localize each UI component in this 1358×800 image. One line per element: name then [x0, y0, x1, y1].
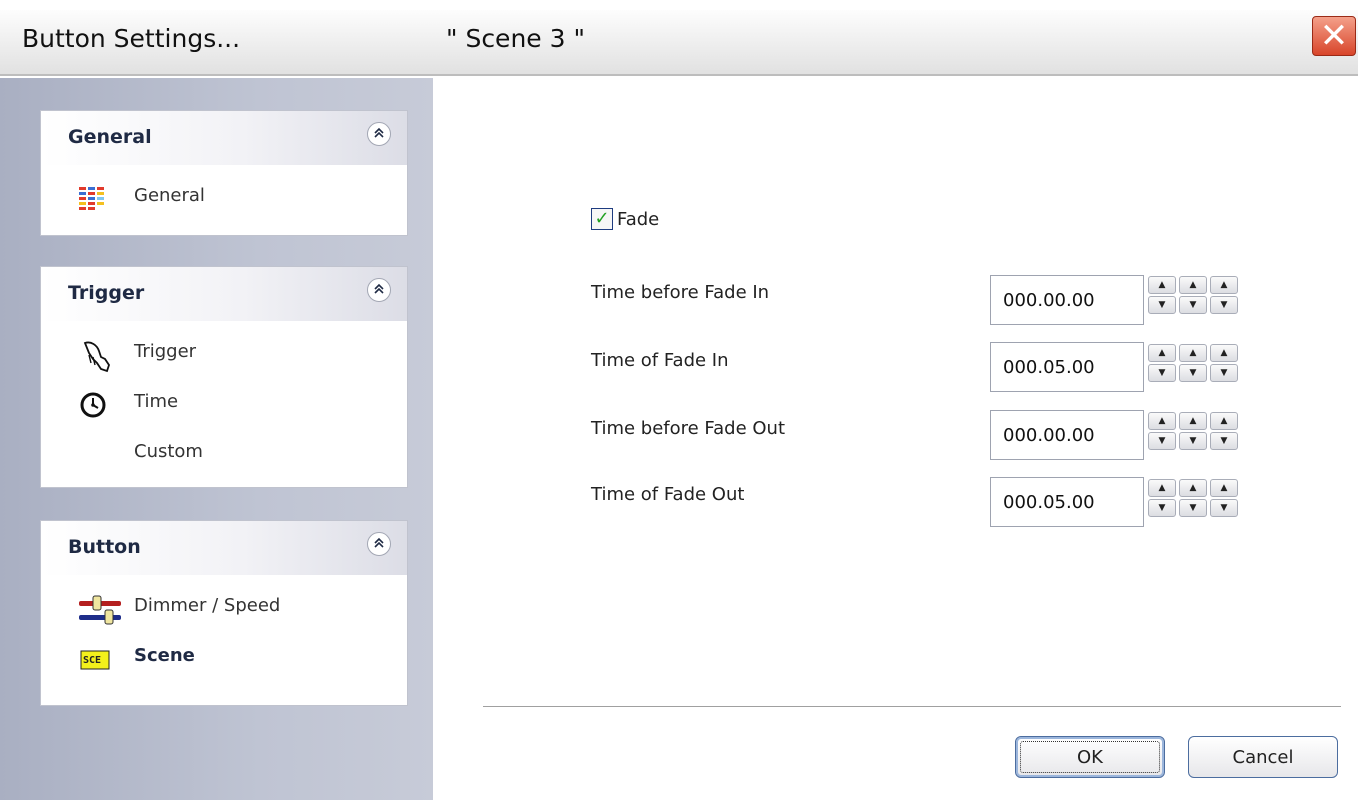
sidebar-item-dimmer-speed[interactable]: Dimmer / Speed [41, 589, 407, 629]
time-of-fade-out-input[interactable]: 000.05.00 [990, 477, 1144, 527]
chevron-up-icon [373, 283, 385, 298]
spin-up-button[interactable]: ▲ [1210, 344, 1238, 362]
focus-ring [1020, 741, 1160, 773]
cancel-button-label: Cancel [1232, 746, 1294, 768]
spin-down-button[interactable]: ▼ [1148, 296, 1176, 314]
sidebar-item-label: General [134, 185, 205, 206]
sidebar-item-scene[interactable]: SCE Scene [41, 639, 407, 679]
checkmark-icon: ✓ [594, 208, 610, 229]
spin-up-button[interactable]: ▲ [1148, 479, 1176, 497]
spin-up-button[interactable]: ▲ [1210, 412, 1238, 430]
time-of-fade-in-input[interactable]: 000.05.00 [990, 342, 1144, 392]
spin-up-button[interactable]: ▲ [1179, 276, 1207, 294]
clock-icon [79, 389, 119, 421]
collapse-button-button[interactable] [367, 532, 391, 556]
scene-icon-text: SCE [83, 655, 102, 666]
sidebar-item-label: Custom [134, 441, 203, 462]
collapse-general-button[interactable] [367, 122, 391, 146]
sidebar-item-label: Dimmer / Speed [134, 595, 281, 616]
scene-icon: SCE [79, 643, 119, 675]
time-of-fade-out-label: Time of Fade Out [591, 484, 745, 505]
spin-down-button[interactable]: ▼ [1148, 432, 1176, 450]
divider [483, 706, 1341, 707]
ok-button[interactable]: OK [1015, 736, 1165, 778]
panel-header-trigger[interactable]: Trigger [41, 267, 407, 321]
panel-title-trigger: Trigger [68, 282, 145, 304]
spin-down-button[interactable]: ▼ [1179, 364, 1207, 382]
cancel-button[interactable]: Cancel [1188, 736, 1338, 778]
spin-up-button[interactable]: ▲ [1148, 344, 1176, 362]
spin-down-button[interactable]: ▼ [1210, 432, 1238, 450]
fade-label: Fade [617, 208, 660, 230]
sidebar: General General Trigger Trigger Time Cus… [0, 78, 433, 800]
spin-down-button[interactable]: ▼ [1210, 296, 1238, 314]
sidebar-item-time[interactable]: Time [41, 385, 407, 425]
sidebar-item-label: Trigger [134, 341, 197, 362]
spin-up-button[interactable]: ▲ [1179, 412, 1207, 430]
panel-general: General General [40, 110, 408, 236]
spin-down-button[interactable]: ▼ [1179, 432, 1207, 450]
spin-up-button[interactable]: ▲ [1148, 276, 1176, 294]
spin-down-button[interactable]: ▼ [1148, 499, 1176, 517]
time-before-fade-out-spinners: ▲ ▼ ▲ ▼ ▲ ▼ [1148, 412, 1238, 450]
panel-header-general[interactable]: General [41, 111, 407, 165]
title-bar: Button Settings... " Scene 3 " ✕ [0, 0, 1358, 76]
sidebar-item-general[interactable]: General [41, 179, 407, 219]
panel-trigger: Trigger Trigger Time Custom [40, 266, 408, 488]
fade-checkbox[interactable]: ✓ [591, 208, 613, 230]
sidebar-item-trigger[interactable]: Trigger [41, 335, 407, 375]
hand-trigger-icon [79, 339, 119, 373]
spin-down-button[interactable]: ▼ [1179, 296, 1207, 314]
time-before-fade-in-label: Time before Fade In [591, 282, 770, 303]
time-of-fade-out-spinners: ▲ ▼ ▲ ▼ ▲ ▼ [1148, 479, 1238, 517]
spin-down-button[interactable]: ▼ [1148, 364, 1176, 382]
spin-up-button[interactable]: ▲ [1210, 479, 1238, 497]
panel-header-button[interactable]: Button [41, 521, 407, 575]
fade-option[interactable]: ✓ Fade [591, 208, 659, 230]
sidebar-item-custom[interactable]: Custom [41, 435, 407, 475]
dimmer-slider-icon [79, 593, 121, 625]
time-before-fade-in-spinners: ▲ ▼ ▲ ▼ ▲ ▼ [1148, 276, 1238, 314]
panel-title-general: General [68, 126, 152, 148]
spin-down-button[interactable]: ▼ [1179, 499, 1207, 517]
panel-button: Button Dimmer / Speed SCE Scene [40, 520, 408, 706]
scene-title: " Scene 3 " [446, 24, 585, 53]
chevron-up-icon [373, 127, 385, 142]
spin-up-button[interactable]: ▲ [1179, 344, 1207, 362]
close-button[interactable]: ✕ [1312, 16, 1356, 56]
chevron-up-icon [373, 537, 385, 552]
time-before-fade-out-label: Time before Fade Out [591, 418, 786, 439]
main-panel: ✓ Fade Time before Fade In 000.00.00 ▲ ▼ … [433, 78, 1358, 800]
general-grid-icon [79, 183, 119, 215]
panel-title-button: Button [68, 536, 141, 558]
spin-up-button[interactable]: ▲ [1179, 479, 1207, 497]
time-of-fade-in-label: Time of Fade In [591, 350, 729, 371]
window-title: Button Settings... [22, 24, 241, 53]
time-before-fade-out-input[interactable]: 000.00.00 [990, 410, 1144, 460]
spin-down-button[interactable]: ▼ [1210, 499, 1238, 517]
sidebar-item-label: Scene [134, 645, 195, 666]
spin-up-button[interactable]: ▲ [1148, 412, 1176, 430]
spin-up-button[interactable]: ▲ [1210, 276, 1238, 294]
collapse-trigger-button[interactable] [367, 278, 391, 302]
spin-down-button[interactable]: ▼ [1210, 364, 1238, 382]
time-before-fade-in-input[interactable]: 000.00.00 [990, 275, 1144, 325]
sidebar-item-label: Time [134, 391, 179, 412]
time-of-fade-in-spinners: ▲ ▼ ▲ ▼ ▲ ▼ [1148, 344, 1238, 382]
close-icon: ✕ [1319, 16, 1349, 56]
